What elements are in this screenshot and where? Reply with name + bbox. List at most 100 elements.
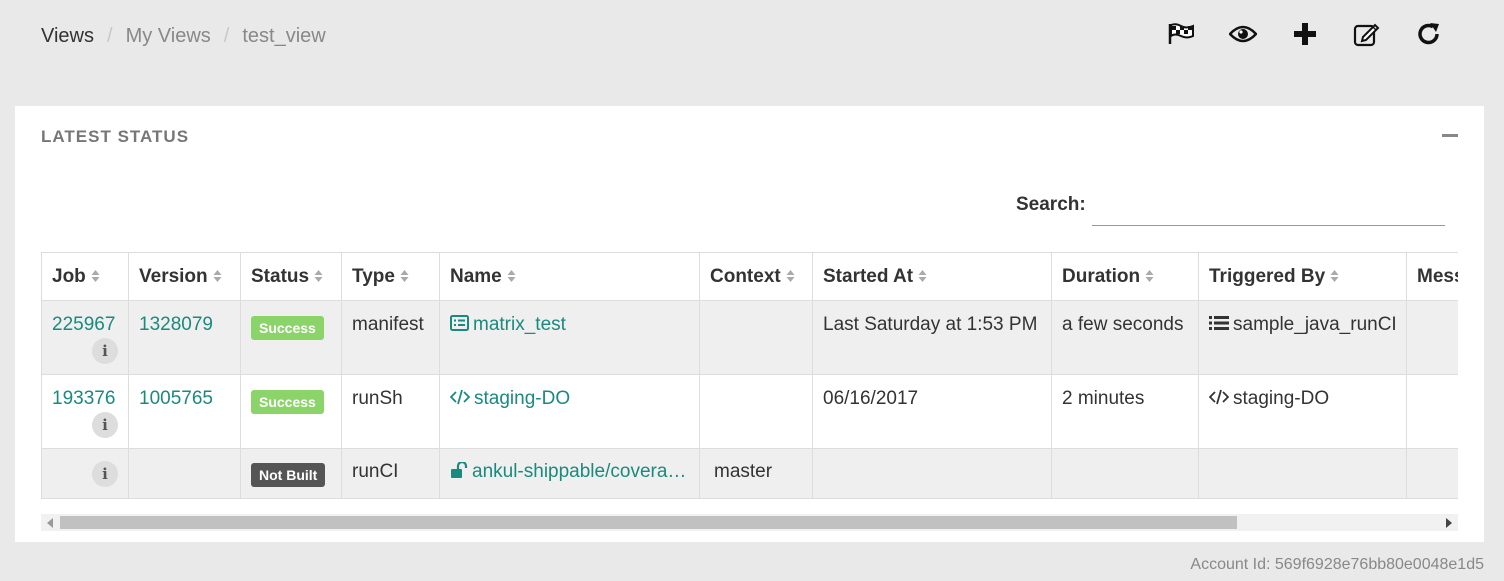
sort-icon <box>1330 269 1339 282</box>
table-row: i Not Built runCI ankul-shippable/covera… <box>41 448 1458 499</box>
status-cell: Success <box>240 374 342 449</box>
context-cell <box>699 374 813 449</box>
scroll-left-arrow-icon[interactable] <box>47 518 53 528</box>
column-header-name[interactable]: Name <box>439 252 700 301</box>
message-cell <box>1406 448 1458 499</box>
context-cell: master <box>699 448 813 499</box>
table-header-row: Job Version Status Type Name Context Sta… <box>41 252 1458 301</box>
name-cell: staging-DO <box>439 374 700 449</box>
duration-cell <box>1051 448 1199 499</box>
scroll-right-arrow-icon[interactable] <box>1446 518 1452 528</box>
job-link[interactable]: 193376 <box>52 388 115 409</box>
duration-cell: 2 minutes <box>1051 374 1199 449</box>
job-cell: 225967 i <box>41 300 129 375</box>
status-badge: Success <box>251 316 324 340</box>
info-icon[interactable]: i <box>92 412 118 438</box>
column-header-message[interactable]: Mess <box>1406 252 1458 301</box>
type-cell: manifest <box>341 300 440 375</box>
job-cell: 193376 i <box>41 374 129 449</box>
message-cell <box>1406 300 1458 375</box>
table-row: 225967 i 1328079 Success manifest matrix… <box>41 300 1458 375</box>
list-icon <box>1209 315 1229 330</box>
sort-icon <box>400 269 409 282</box>
flag-icon <box>1168 23 1194 44</box>
triggered-by-cell: sample_java_runCI <box>1198 300 1407 375</box>
version-cell: 1005765 <box>128 374 241 449</box>
name-link[interactable]: matrix_test <box>450 314 566 335</box>
list-alt-icon <box>450 314 469 331</box>
status-badge: Success <box>251 390 324 414</box>
flag-button[interactable] <box>1150 19 1212 49</box>
triggered-by-cell <box>1198 448 1407 499</box>
context-cell <box>699 300 813 375</box>
name-link[interactable]: ankul-shippable/covera… <box>450 461 686 482</box>
search-label: Search: <box>1016 194 1086 215</box>
job-cell: i <box>41 448 129 499</box>
version-cell <box>128 448 241 499</box>
triggered-by-cell: staging-DO <box>1198 374 1407 449</box>
type-cell: runCI <box>341 448 440 499</box>
breadcrumb-separator: / <box>107 25 113 47</box>
sort-icon <box>918 269 927 282</box>
code-icon <box>1209 389 1229 405</box>
name-cell: ankul-shippable/covera… <box>439 448 700 499</box>
column-header-type[interactable]: Type <box>341 252 440 301</box>
column-header-version[interactable]: Version <box>128 252 241 301</box>
sort-icon <box>91 269 100 282</box>
code-icon <box>450 389 470 405</box>
scrollbar-thumb[interactable] <box>60 516 1237 529</box>
collapse-icon[interactable] <box>1442 134 1458 137</box>
name-cell: matrix_test <box>439 300 700 375</box>
status-cell: Success <box>240 300 342 375</box>
edit-button[interactable] <box>1336 19 1398 49</box>
latest-status-panel: LATEST STATUS Search: Job Version Status… <box>15 106 1484 542</box>
panel-title: LATEST STATUS <box>41 127 190 146</box>
info-icon[interactable]: i <box>92 461 118 487</box>
breadcrumb-current-view: test_view <box>242 25 326 47</box>
add-button[interactable] <box>1274 19 1336 49</box>
started-at-cell <box>812 448 1052 499</box>
status-table-container: Job Version Status Type Name Context Sta… <box>41 252 1458 500</box>
breadcrumb: Views / My Views / test_view <box>41 25 326 48</box>
status-badge: Not Built <box>251 463 326 487</box>
search-input[interactable] <box>1092 188 1445 226</box>
breadcrumb-views[interactable]: Views <box>41 25 94 48</box>
type-cell: runSh <box>341 374 440 449</box>
column-header-job[interactable]: Job <box>41 252 129 301</box>
name-link[interactable]: staging-DO <box>450 388 570 409</box>
column-header-context[interactable]: Context <box>699 252 813 301</box>
watch-button[interactable] <box>1212 19 1274 49</box>
sort-icon <box>1145 269 1154 282</box>
message-cell <box>1406 374 1458 449</box>
status-table: Job Version Status Type Name Context Sta… <box>41 252 1458 499</box>
refresh-icon <box>1418 23 1439 45</box>
table-row: 193376 i 1005765 Success runSh staging-D… <box>41 374 1458 449</box>
plus-icon <box>1294 23 1316 45</box>
sort-icon <box>507 269 516 282</box>
job-link[interactable]: 225967 <box>52 314 115 335</box>
version-link[interactable]: 1005765 <box>139 388 213 409</box>
column-header-triggered-by[interactable]: Triggered By <box>1198 252 1407 301</box>
version-cell: 1328079 <box>128 300 241 375</box>
duration-cell: a few seconds <box>1051 300 1199 375</box>
top-bar: Views / My Views / test_view <box>0 0 1504 76</box>
breadcrumb-separator: / <box>223 25 230 47</box>
status-cell: Not Built <box>240 448 342 499</box>
column-header-duration[interactable]: Duration <box>1051 252 1199 301</box>
sort-icon <box>314 269 323 282</box>
info-icon[interactable]: i <box>92 338 118 364</box>
started-at-cell: Last Saturday at 1:53 PM <box>812 300 1052 375</box>
account-id: Account Id: 569f6928e76bb80e0048e1d5 <box>1190 556 1484 573</box>
started-at-cell: 06/16/2017 <box>812 374 1052 449</box>
edit-icon <box>1353 23 1380 47</box>
refresh-button[interactable] <box>1398 19 1460 49</box>
version-link[interactable]: 1328079 <box>139 314 213 335</box>
horizontal-scrollbar[interactable] <box>41 514 1458 531</box>
column-header-started-at[interactable]: Started At <box>812 252 1052 301</box>
sort-icon <box>786 269 795 282</box>
breadcrumb-my-views[interactable]: My Views <box>126 25 211 48</box>
toolbar <box>1150 19 1460 49</box>
eye-icon <box>1229 25 1257 43</box>
sort-icon <box>213 269 222 282</box>
column-header-status[interactable]: Status <box>240 252 342 301</box>
